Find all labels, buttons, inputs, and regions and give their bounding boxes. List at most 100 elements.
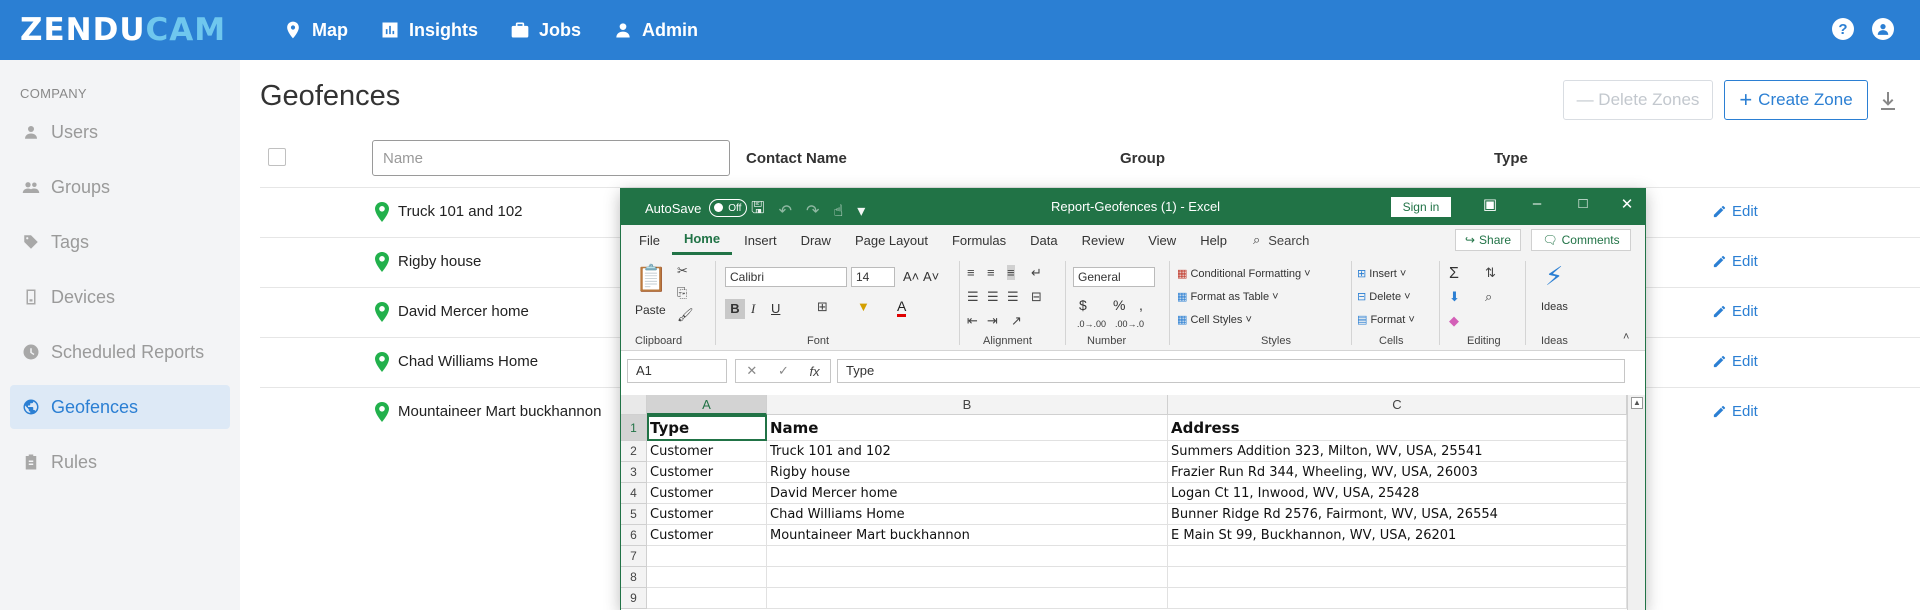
conditional-formatting-button[interactable]: ▦ Conditional Formatting ˅ xyxy=(1177,267,1311,280)
format-cells-button[interactable]: ▤ Format ˅ xyxy=(1357,313,1415,326)
spreadsheet-cell[interactable] xyxy=(1168,588,1627,609)
spreadsheet-cell[interactable]: David Mercer home xyxy=(767,483,1168,504)
spreadsheet-cell[interactable]: Customer xyxy=(647,462,767,483)
confirm-entry-icon[interactable]: ✓ xyxy=(778,363,789,379)
redo-icon[interactable]: ↷ xyxy=(806,201,819,221)
row-header[interactable]: 6 xyxy=(621,525,647,546)
tab-data[interactable]: Data xyxy=(1018,225,1069,255)
column-header-a[interactable]: A xyxy=(647,395,767,415)
autosum-icon[interactable]: Σ xyxy=(1449,265,1459,283)
spreadsheet-cell[interactable]: Frazier Run Rd 344, Wheeling, WV, USA, 2… xyxy=(1168,462,1627,483)
spreadsheet-cell[interactable]: Customer xyxy=(647,483,767,504)
ribbon-search[interactable]: ⌕ Search xyxy=(1253,232,1309,248)
tab-formulas[interactable]: Formulas xyxy=(940,225,1018,255)
increase-decimal-icon[interactable]: .0→.00 xyxy=(1077,319,1106,329)
maximize-icon[interactable]: □ xyxy=(1571,195,1595,212)
font-name-select[interactable]: Calibri xyxy=(725,267,847,287)
format-painter-icon[interactable]: 🖌 xyxy=(677,307,694,323)
column-header-type[interactable]: Type xyxy=(1494,150,1528,167)
spreadsheet-cell[interactable]: Logan Ct 11, Inwood, WV, USA, 25428 xyxy=(1168,483,1627,504)
tab-review[interactable]: Review xyxy=(1070,225,1137,255)
decrease-decimal-icon[interactable]: .00→.0 xyxy=(1115,319,1144,329)
spreadsheet-cell[interactable]: Customer xyxy=(647,525,767,546)
align-center-icon[interactable]: ☰ xyxy=(987,289,999,305)
autosave-control[interactable]: AutoSave Off xyxy=(645,199,748,217)
row-header[interactable]: 9 xyxy=(621,588,647,609)
name-filter-input[interactable] xyxy=(372,140,730,176)
select-all-checkbox[interactable] xyxy=(268,148,286,166)
fill-color-icon[interactable]: ▼ xyxy=(857,299,870,314)
delete-zones-button[interactable]: — Delete Zones xyxy=(1563,80,1713,120)
spreadsheet-cell[interactable] xyxy=(767,567,1168,588)
paste-label[interactable]: Paste xyxy=(635,303,666,317)
comma-style-icon[interactable]: , xyxy=(1139,297,1143,313)
spreadsheet-cell[interactable]: Customer xyxy=(647,441,767,462)
minimize-icon[interactable]: – xyxy=(1525,195,1549,212)
spreadsheet-cell[interactable] xyxy=(1168,546,1627,567)
download-icon[interactable] xyxy=(1880,90,1896,112)
cell-styles-button[interactable]: ▦ Cell Styles ˅ xyxy=(1177,313,1252,326)
spreadsheet-cell[interactable]: Summers Addition 323, Milton, WV, USA, 2… xyxy=(1168,441,1627,462)
row-header[interactable]: 5 xyxy=(621,504,647,525)
tab-file[interactable]: File xyxy=(627,225,672,255)
insert-function-icon[interactable]: fx xyxy=(810,364,820,379)
number-format-select[interactable]: General xyxy=(1073,267,1155,287)
touch-mode-icon[interactable]: ☝ xyxy=(833,201,843,221)
sidebar-item-geofences[interactable]: Geofences xyxy=(10,385,230,429)
ideas-lightning-icon[interactable]: ⚡ xyxy=(1545,261,1563,292)
select-all-corner[interactable] xyxy=(621,395,647,415)
tab-page-layout[interactable]: Page Layout xyxy=(843,225,940,255)
ribbon-display-icon[interactable]: ▣ xyxy=(1478,195,1502,213)
nav-item-insights[interactable]: Insights xyxy=(380,20,478,41)
sidebar-item-devices[interactable]: Devices xyxy=(10,275,230,319)
row-header[interactable]: 4 xyxy=(621,483,647,504)
sidebar-item-users[interactable]: Users xyxy=(10,110,230,154)
tab-insert[interactable]: Insert xyxy=(732,225,789,255)
spreadsheet-cell[interactable]: Truck 101 and 102 xyxy=(767,441,1168,462)
bold-button[interactable]: B xyxy=(725,299,745,319)
spreadsheet-grid[interactable]: ▲ A B C 1 Type Name Address 2 Customer Truck 101 … xyxy=(621,395,1645,610)
insert-cells-button[interactable]: ⊞ Insert ˅ xyxy=(1357,267,1406,280)
spreadsheet-cell[interactable]: Mountaineer Mart buckhannon xyxy=(767,525,1168,546)
spreadsheet-cell[interactable]: Address xyxy=(1168,415,1627,441)
column-header-contact-name[interactable]: Contact Name xyxy=(746,150,847,167)
tab-draw[interactable]: Draw xyxy=(789,225,843,255)
save-icon[interactable]: 🖫 xyxy=(751,197,765,224)
underline-button[interactable]: U xyxy=(771,301,780,316)
customize-toolbar-icon[interactable]: ▾ xyxy=(857,201,865,221)
percent-icon[interactable]: % xyxy=(1113,297,1125,313)
spreadsheet-cell[interactable] xyxy=(767,546,1168,567)
comments-button[interactable]: 🗨 Comments xyxy=(1531,229,1631,251)
column-header-b[interactable]: B xyxy=(767,395,1168,415)
spreadsheet-cell[interactable]: Customer xyxy=(647,504,767,525)
edit-link[interactable]: Edit xyxy=(1712,353,1758,370)
spreadsheet-cell[interactable] xyxy=(767,588,1168,609)
column-header-c[interactable]: C xyxy=(1168,395,1627,415)
delete-cells-button[interactable]: ⊟ Delete ˅ xyxy=(1357,290,1411,303)
share-button[interactable]: ↪ Share xyxy=(1455,229,1521,251)
cut-icon[interactable]: ✂ xyxy=(677,263,688,279)
font-color-icon[interactable]: A xyxy=(897,299,907,317)
name-box[interactable]: A1 xyxy=(627,359,727,383)
tab-view[interactable]: View xyxy=(1136,225,1188,255)
decrease-indent-icon[interactable]: ⇤ xyxy=(967,313,978,329)
fill-icon[interactable]: ⬇ xyxy=(1449,289,1460,305)
align-right-icon[interactable]: ☰ xyxy=(1007,289,1019,305)
spreadsheet-cell[interactable] xyxy=(647,588,767,609)
italic-button[interactable]: I xyxy=(751,301,755,317)
edit-link[interactable]: Edit xyxy=(1712,203,1758,220)
sidebar-item-rules[interactable]: Rules xyxy=(10,440,230,484)
orientation-icon[interactable]: ↗ xyxy=(1011,313,1022,329)
zenducam-logo[interactable]: ZENDU CAM xyxy=(20,12,226,48)
borders-icon[interactable]: ⊞ xyxy=(817,299,828,315)
clear-icon[interactable]: ◆ xyxy=(1449,313,1459,329)
row-header[interactable]: 2 xyxy=(621,441,647,462)
create-zone-button[interactable]: + Create Zone xyxy=(1724,80,1868,120)
tab-home[interactable]: Home xyxy=(671,225,733,255)
copy-icon[interactable]: ⎘ xyxy=(677,285,687,301)
spreadsheet-cell[interactable]: Name xyxy=(767,415,1168,441)
spreadsheet-cell[interactable]: E Main St 99, Buckhannon, WV, USA, 26201 xyxy=(1168,525,1627,546)
align-bottom-icon[interactable]: ≡ xyxy=(1007,265,1015,280)
align-middle-icon[interactable]: ≡ xyxy=(987,265,995,280)
spreadsheet-cell[interactable] xyxy=(1168,567,1627,588)
